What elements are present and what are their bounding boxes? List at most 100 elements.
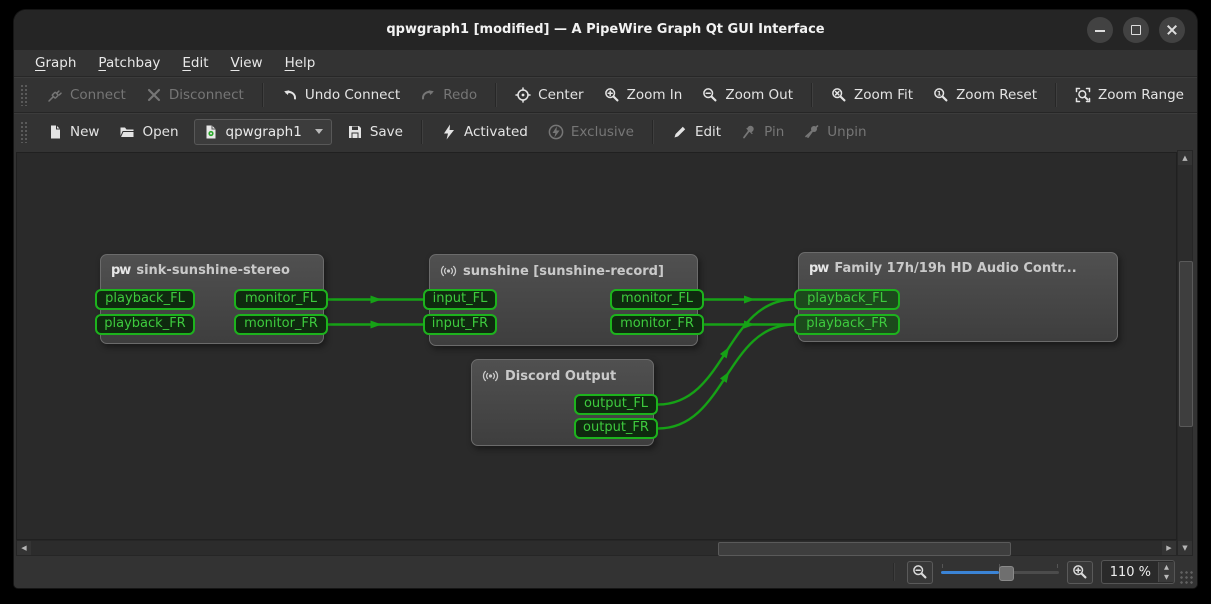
minimize-icon	[1087, 17, 1113, 43]
pin-button[interactable]: Pin	[732, 118, 793, 146]
port-sink-sunshine-stereo-playback_FR[interactable]: playback_FR	[95, 314, 195, 335]
zoom-out-button[interactable]	[907, 561, 933, 584]
button-label: Undo Connect	[305, 87, 400, 103]
node-title: sunshine [sunshine-record]	[463, 264, 664, 279]
zoom-slider-handle[interactable]	[999, 566, 1014, 581]
vertical-scrollbar[interactable]: ▲ ▼	[1177, 150, 1193, 556]
redo-button[interactable]: Redo	[411, 81, 486, 109]
save-icon	[347, 124, 363, 140]
pin-icon	[741, 124, 757, 140]
zoom-in-button[interactable]: Zoom In	[595, 81, 692, 109]
zoom-range-button[interactable]: Zoom Range	[1066, 81, 1193, 109]
zoom-out-icon	[912, 564, 928, 580]
scroll-right-button[interactable]: ▶	[1162, 541, 1176, 555]
edit-icon	[672, 124, 688, 140]
port-discord-output-output_FR[interactable]: output_FR	[574, 418, 658, 439]
button-label: Disconnect	[169, 87, 244, 103]
close-icon	[1159, 17, 1185, 43]
scroll-left-button[interactable]: ◀	[17, 541, 31, 555]
button-label: Exclusive	[571, 124, 634, 140]
zoom-reset-button[interactable]: 1Zoom Reset	[924, 81, 1046, 109]
menu-edit[interactable]: Edit	[171, 52, 219, 74]
vertical-scroll-thumb[interactable]	[1179, 261, 1193, 427]
save-button[interactable]: Save	[338, 118, 412, 146]
disconnect-button[interactable]: Disconnect	[137, 81, 253, 109]
close-button[interactable]	[1159, 17, 1185, 43]
exclusive-button[interactable]: Exclusive	[539, 118, 643, 146]
new-button[interactable]: New	[38, 118, 108, 146]
window-resize-grip[interactable]	[1178, 569, 1194, 585]
stream-icon	[482, 368, 499, 384]
button-label: Connect	[70, 87, 126, 103]
zoom-fit-button[interactable]: Zoom Fit	[822, 81, 922, 109]
horizontal-scrollbar[interactable]: ◀ ▶	[16, 540, 1177, 556]
patchbay-selector-combobox[interactable]: qpwgraph1	[194, 119, 332, 145]
pipewire-icon: pw	[809, 262, 828, 275]
zoom-in-icon	[604, 87, 620, 103]
toolbar-separator	[421, 120, 423, 144]
menu-patchbay[interactable]: Patchbay	[87, 52, 171, 74]
titlebar[interactable]: qpwgraph1 [modified] — A PipeWire Graph …	[14, 10, 1197, 50]
toolbar-separator	[1055, 83, 1057, 107]
maximize-button[interactable]	[1123, 17, 1149, 43]
toolbar-grip[interactable]	[20, 84, 28, 106]
statusbar-separator	[893, 563, 895, 581]
scroll-up-button[interactable]: ▲	[1178, 151, 1192, 165]
port-sunshine-monitor_FL[interactable]: monitor_FL	[610, 289, 704, 310]
port-sink-sunshine-stereo-monitor_FR[interactable]: monitor_FR	[234, 314, 328, 335]
menu-graph[interactable]: Graph	[24, 52, 87, 74]
zoom-spin-up-button[interactable]: ▲	[1159, 562, 1174, 572]
zoom-spinbox[interactable]: 110 % ▲ ▼	[1101, 560, 1175, 584]
undo-connect-button[interactable]: Undo Connect	[273, 81, 409, 109]
button-label: Unpin	[827, 124, 866, 140]
button-label: New	[70, 124, 99, 140]
menubar: GraphPatchbayEditViewHelp	[14, 50, 1197, 77]
button-label: Activated	[464, 124, 528, 140]
button-label: Pin	[764, 124, 784, 140]
port-family-hd-audio-playback_FL[interactable]: playback_FL	[794, 289, 900, 310]
center-button[interactable]: Center	[506, 81, 592, 109]
pipewire-icon: pw	[111, 264, 130, 277]
statusbar: 110 % ▲ ▼	[14, 556, 1197, 588]
toolbar-grip[interactable]	[20, 121, 28, 143]
port-discord-output-output_FL[interactable]: output_FL	[574, 394, 658, 415]
port-sink-sunshine-stereo-playback_FL[interactable]: playback_FL	[95, 289, 195, 310]
zoom-spin-arrows: ▲ ▼	[1158, 562, 1174, 582]
port-sink-sunshine-stereo-monitor_FL[interactable]: monitor_FL	[234, 289, 328, 310]
button-label: Zoom Range	[1098, 87, 1184, 103]
minimize-button[interactable]	[1087, 17, 1113, 43]
port-sunshine-input_FL[interactable]: input_FL	[423, 289, 497, 310]
zoom-value: 110 %	[1102, 565, 1158, 580]
zoom-spin-down-button[interactable]: ▼	[1159, 572, 1174, 582]
scroll-down-button[interactable]: ▼	[1178, 541, 1192, 555]
menu-help[interactable]: Help	[274, 52, 327, 74]
zoom-in-button[interactable]	[1067, 561, 1093, 584]
menu-view[interactable]: View	[220, 52, 274, 74]
connect-button[interactable]: Connect	[38, 81, 135, 109]
pipewire-icon: pw	[111, 264, 130, 277]
toolbar-separator	[262, 83, 264, 107]
node-title: Family 17h/19h HD Audio Contr...	[834, 261, 1076, 276]
open-button[interactable]: Open	[110, 118, 187, 146]
port-sunshine-monitor_FR[interactable]: monitor_FR	[610, 314, 704, 335]
port-sunshine-input_FR[interactable]: input_FR	[423, 314, 497, 335]
unpin-button[interactable]: Unpin	[795, 118, 875, 146]
wire-arrow-icon	[371, 296, 382, 304]
horizontal-scroll-thumb[interactable]	[718, 542, 1011, 556]
desktop: qpwgraph1 [modified] — A PipeWire Graph …	[0, 0, 1211, 604]
zoom-slider[interactable]	[941, 562, 1059, 582]
center-icon	[515, 87, 531, 103]
button-label: Zoom Out	[725, 87, 793, 103]
edit-button[interactable]: Edit	[663, 118, 730, 146]
zoom-out-button[interactable]: Zoom Out	[693, 81, 802, 109]
graph-viewport[interactable]: pwsink-sunshine-stereoplayback_FLplaybac…	[16, 152, 1177, 540]
node-title: sink-sunshine-stereo	[136, 263, 290, 278]
button-label: Save	[370, 124, 403, 140]
pipewire-icon: pw	[809, 262, 828, 275]
maximize-icon	[1123, 17, 1149, 43]
qpwgraph-window: qpwgraph1 [modified] — A PipeWire Graph …	[14, 10, 1197, 588]
activated-button[interactable]: Activated	[432, 118, 537, 146]
patchbay-selector-value: qpwgraph1	[226, 124, 302, 140]
connection-wires[interactable]	[17, 153, 1177, 540]
port-family-hd-audio-playback_FR[interactable]: playback_FR	[794, 314, 900, 335]
